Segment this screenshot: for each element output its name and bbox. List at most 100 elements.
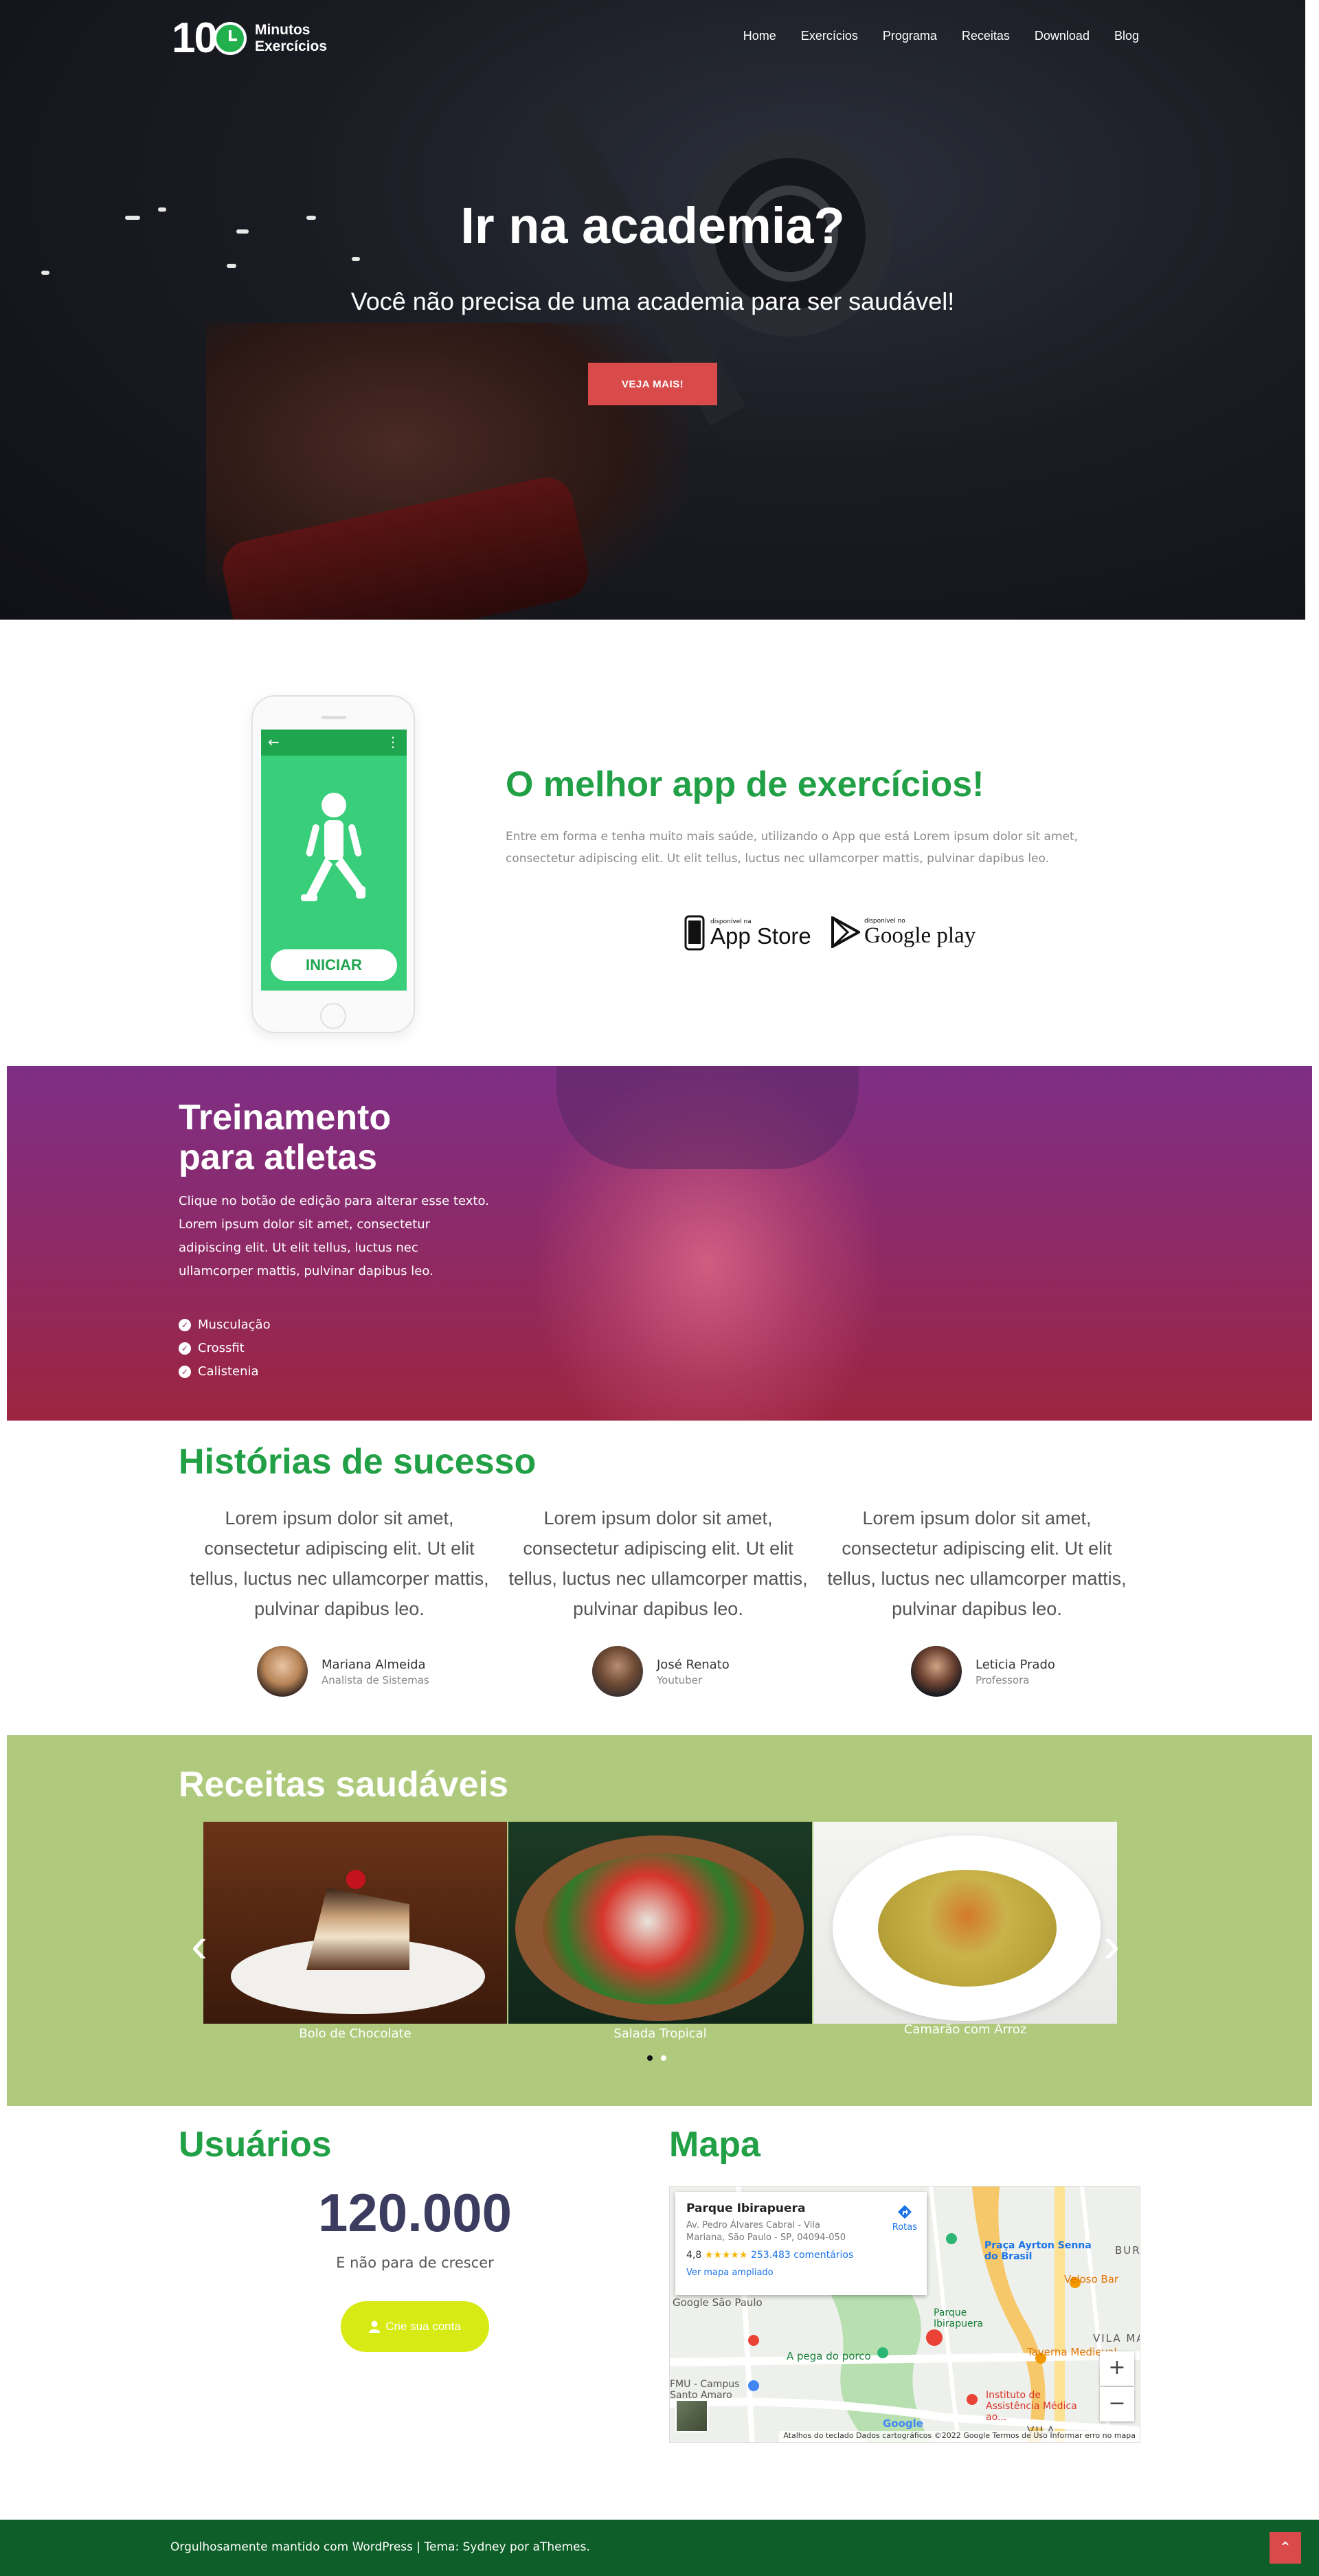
hero-cta-button[interactable]: VEJA MAIS! xyxy=(588,363,717,405)
avatar xyxy=(257,1646,308,1697)
logo-line-1: Minutos xyxy=(254,22,311,38)
chevron-right-icon[interactable]: › xyxy=(1103,1921,1120,1970)
hero-light xyxy=(352,257,360,261)
phone-icon xyxy=(684,915,705,951)
map-label: Instituto de Assistência Médica ao... xyxy=(986,2390,1077,2423)
nav-exercicios[interactable]: Exercícios xyxy=(801,29,858,43)
hero-section: 10 Minutos Exercícios Home Exercícios Pr… xyxy=(0,0,1305,620)
map-label: A pega do porco xyxy=(787,2350,871,2362)
recipes-title: Receitas saudáveis xyxy=(179,1765,508,1805)
phone-speaker xyxy=(322,716,346,719)
nav-download[interactable]: Download xyxy=(1035,29,1090,43)
map-place-address: Av. Pedro Álvares Cabral - Vila Mariana,… xyxy=(686,2220,846,2243)
training-title-line-1: Treinamento xyxy=(179,1098,392,1138)
check-circle-icon: ✓ xyxy=(179,1366,191,1378)
chevron-up-icon: ⌃ xyxy=(1278,2539,1292,2556)
users-subtitle: E não para de crescer xyxy=(336,2255,494,2271)
scroll-to-top-button[interactable]: ⌃ xyxy=(1270,2532,1301,2564)
training-item-label: Musculação xyxy=(198,1318,271,1332)
hero-light xyxy=(227,264,236,268)
recipe-slide[interactable] xyxy=(813,1822,1117,2024)
testimonial: Lorem ipsum dolor sit amet, consectetur … xyxy=(185,1503,493,1624)
training-title: Treinamento para atletas xyxy=(179,1098,391,1177)
training-list-item: ✓ Crossfit xyxy=(179,1337,271,1360)
zoom-in-button[interactable]: + xyxy=(1100,2351,1134,2386)
check-circle-icon: ✓ xyxy=(179,1319,191,1331)
nav-home[interactable]: Home xyxy=(743,29,776,43)
app-store-badge[interactable]: disponível na App Store xyxy=(684,915,811,951)
zoom-out-button[interactable]: − xyxy=(1100,2387,1134,2421)
carousel-dots xyxy=(647,2055,666,2061)
author-role: Analista de Sistemas xyxy=(322,1674,429,1686)
testimonial-author: Leticia Prado Professora xyxy=(911,1646,1055,1697)
recipe-slide[interactable] xyxy=(203,1822,507,2024)
play-icon xyxy=(831,916,860,948)
training-athlete-top xyxy=(556,1066,859,1169)
nav-receitas[interactable]: Receitas xyxy=(962,29,1010,43)
testimonial-author: Mariana Almeida Analista de Sistemas xyxy=(257,1646,429,1697)
recipe-slide[interactable] xyxy=(508,1822,812,2024)
training-list: ✓ Musculação ✓ Crossfit ✓ Calistenia xyxy=(179,1313,271,1383)
larger-map-link[interactable]: Ver mapa ampliado xyxy=(686,2268,916,2278)
site-header: 10 Minutos Exercícios Home Exercícios Pr… xyxy=(172,16,1139,60)
map-place-name: Parque Ibirapuera xyxy=(686,2202,806,2215)
map-attribution[interactable]: Atalhos do teclado Dados cartográficos ©… xyxy=(779,2431,1140,2442)
training-section: Treinamento para atletas Clique no botão… xyxy=(7,1066,1312,1421)
phone-home-button xyxy=(320,1003,346,1029)
hero-light xyxy=(41,271,49,275)
google-map[interactable]: Praça Ayrton Senna do Brasil Veloso Bar … xyxy=(669,2186,1140,2443)
testimonial: Lorem ipsum dolor sit amet, consectetur … xyxy=(504,1503,812,1624)
create-account-button[interactable]: Crie sua conta xyxy=(341,2301,489,2352)
training-title-line-2: para atletas xyxy=(179,1138,378,1177)
satellite-toggle[interactable] xyxy=(675,2399,708,2432)
nav-blog[interactable]: Blog xyxy=(1114,29,1139,43)
map-label: BURA xyxy=(1115,2244,1140,2257)
arrow-left-icon: ← xyxy=(268,734,280,750)
chevron-left-icon[interactable]: ‹ xyxy=(191,1921,207,1970)
recipes-section: Receitas saudáveis Bolo de Chocolate Sal… xyxy=(7,1735,1312,2106)
author-role: Professora xyxy=(976,1674,1030,1686)
phone-start-button[interactable]: INICIAR xyxy=(271,949,397,981)
app-title: O melhor app de exercícios! xyxy=(506,765,984,804)
author-name: Mariana Almeida xyxy=(322,1658,426,1672)
recipe-label[interactable]: Salada Tropical xyxy=(508,2026,812,2041)
training-item-label: Calistenia xyxy=(198,1364,259,1379)
more-vertical-icon: ⋮ xyxy=(386,734,400,750)
phone-app-bar: ← ⋮ xyxy=(261,730,407,756)
map-info-card: Parque Ibirapuera Av. Pedro Álvares Cabr… xyxy=(675,2192,927,2295)
logo-text: Minutos Exercícios xyxy=(255,22,327,55)
main-nav: Home Exercícios Programa Receitas Downlo… xyxy=(719,29,1139,43)
hero-title: Ir na academia? xyxy=(460,197,845,254)
salad-image xyxy=(543,1853,776,2004)
carousel-dot-active[interactable] xyxy=(647,2055,653,2061)
testimonial-text: Lorem ipsum dolor sit amet, consectetur … xyxy=(190,1508,489,1619)
directions-button[interactable]: Rotas xyxy=(892,2204,917,2233)
app-store-text: App Store xyxy=(710,923,811,949)
stretching-figure-icon xyxy=(301,793,365,901)
clock-icon xyxy=(213,22,247,55)
author-name: José Renato xyxy=(657,1658,730,1672)
map-label: FMU - Campus Santo Amaro xyxy=(670,2379,740,2401)
author-role: Youtuber xyxy=(657,1674,703,1686)
create-account-label: Crie sua conta xyxy=(385,2320,461,2333)
carousel-dot[interactable] xyxy=(661,2055,666,2061)
reviews-link[interactable]: 253.483 comentários xyxy=(751,2250,853,2261)
map-label: VILA MA xyxy=(1093,2332,1140,2345)
testimonial-text: Lorem ipsum dolor sit amet, consectetur … xyxy=(508,1508,808,1619)
testimonial: Lorem ipsum dolor sit amet, consectetur … xyxy=(823,1503,1131,1624)
map-label: Google São Paulo xyxy=(673,2296,763,2309)
testimonial-author: José Renato Youtuber xyxy=(592,1646,730,1697)
directions-icon xyxy=(897,2205,912,2219)
map-label: Veloso Bar xyxy=(1064,2273,1119,2285)
shrimp-rice-image xyxy=(878,1870,1057,1987)
google-play-badge[interactable]: disponível no Google play xyxy=(831,916,976,948)
nav-programa[interactable]: Programa xyxy=(883,29,937,43)
recipe-label[interactable]: Camarão com Arroz xyxy=(813,2022,1117,2037)
cake-image xyxy=(306,1888,409,1970)
app-description: Entre em forma e tenha muito mais saúde,… xyxy=(506,830,1079,866)
footer-credits[interactable]: Orgulhosamente mantido com WordPress | T… xyxy=(170,2540,590,2554)
users-title: Usuários xyxy=(179,2125,332,2165)
recipe-label[interactable]: Bolo de Chocolate xyxy=(203,2026,507,2041)
site-logo[interactable]: 10 Minutos Exercícios xyxy=(172,16,327,60)
training-item-label: Crossfit xyxy=(198,1341,245,1355)
